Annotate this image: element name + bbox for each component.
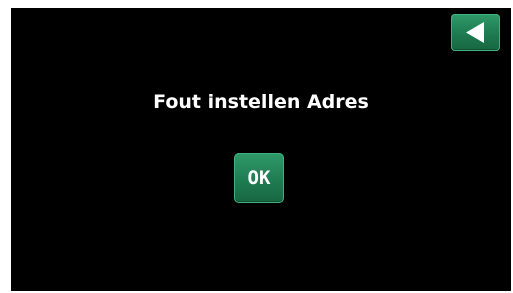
back-arrow-icon bbox=[466, 22, 484, 43]
ok-button[interactable]: OK bbox=[234, 153, 284, 203]
back-button[interactable] bbox=[451, 14, 500, 51]
error-message: Fout instellen Adres bbox=[153, 91, 369, 113]
display-screen: Fout instellen Adres OK bbox=[11, 8, 511, 291]
